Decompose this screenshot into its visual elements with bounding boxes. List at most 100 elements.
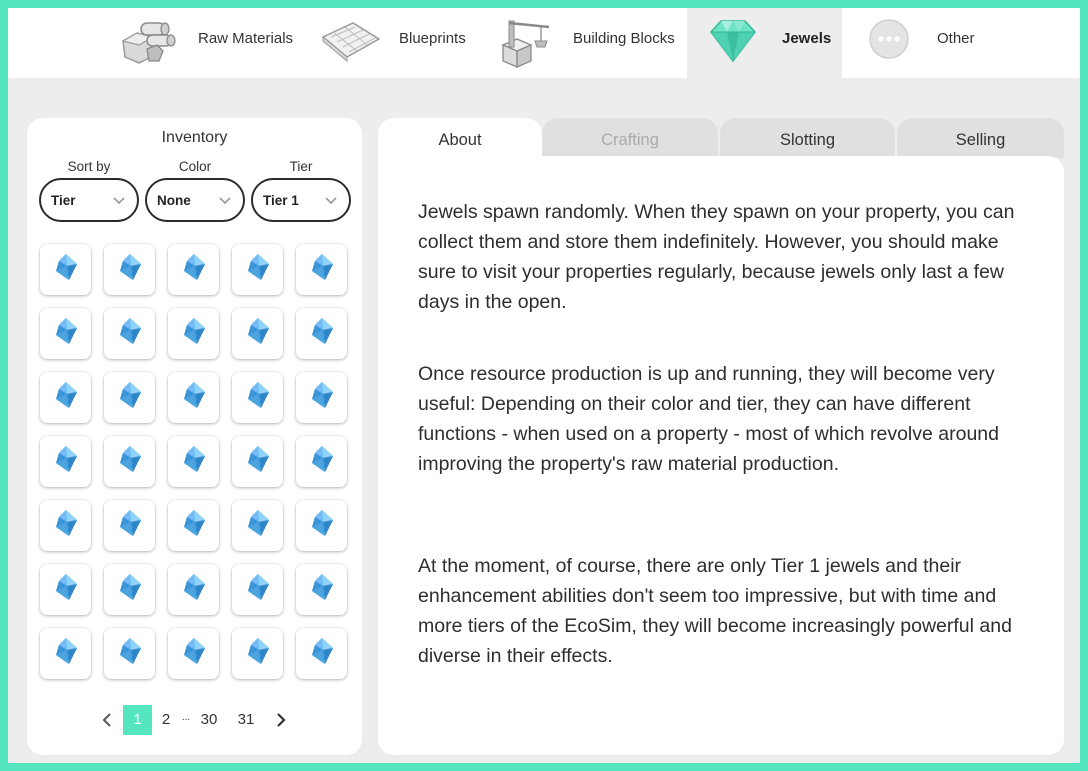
chevron-down-icon: [112, 194, 126, 212]
nav-label-other: Other: [937, 30, 975, 47]
blue-jewel-icon: [53, 508, 79, 543]
inventory-jewel-slot[interactable]: [168, 500, 219, 551]
inventory-jewel-slot[interactable]: [104, 564, 155, 615]
blue-jewel-icon: [245, 316, 271, 351]
chevron-down-icon: [324, 194, 338, 212]
blue-jewel-icon: [245, 380, 271, 415]
inventory-jewel-slot[interactable]: [104, 244, 155, 295]
tab-about[interactable]: About: [378, 118, 542, 158]
blue-jewel-icon: [309, 252, 335, 287]
blue-jewel-icon: [53, 252, 79, 287]
inventory-jewel-slot[interactable]: [40, 372, 91, 423]
inventory-jewel-slot[interactable]: [168, 372, 219, 423]
nav-item-other[interactable]: Other: [858, 8, 998, 78]
prev-page-icon[interactable]: [99, 705, 115, 735]
page-number[interactable]: 1: [123, 705, 152, 735]
inventory-jewel-slot[interactable]: [168, 628, 219, 679]
inventory-jewel-slot[interactable]: [104, 372, 155, 423]
chevron-down-icon: [218, 194, 232, 212]
blue-jewel-icon: [245, 636, 271, 671]
page-number[interactable]: 30: [196, 705, 222, 735]
blue-jewel-icon: [53, 572, 79, 607]
inventory-jewel-slot[interactable]: [40, 628, 91, 679]
blue-jewel-icon: [117, 316, 143, 351]
category-nav: Raw Materials Blueprints Building Blocks…: [8, 8, 1080, 78]
next-page-icon[interactable]: [273, 705, 289, 735]
inventory-jewel-slot[interactable]: [296, 436, 347, 487]
blueprint-icon: [317, 15, 383, 72]
blue-jewel-icon: [309, 572, 335, 607]
inventory-jewel-slot[interactable]: [40, 500, 91, 551]
inventory-jewel-slot[interactable]: [40, 308, 91, 359]
inventory-jewel-slot[interactable]: [296, 244, 347, 295]
blue-jewel-icon: [117, 252, 143, 287]
page-number[interactable]: 2: [158, 705, 174, 735]
inventory-jewel-slot[interactable]: [296, 372, 347, 423]
color-label: Color: [178, 159, 212, 174]
inventory-jewel-slot[interactable]: [168, 244, 219, 295]
blue-jewel-icon: [53, 444, 79, 479]
tier-select[interactable]: Tier 1: [251, 178, 351, 222]
blue-jewel-icon: [181, 444, 207, 479]
inventory-jewel-slot[interactable]: [296, 628, 347, 679]
blue-jewel-icon: [245, 252, 271, 287]
inventory-jewel-slot[interactable]: [232, 372, 283, 423]
inventory-jewel-slot[interactable]: [168, 308, 219, 359]
inventory-jewel-slot[interactable]: [168, 436, 219, 487]
blue-jewel-icon: [181, 380, 207, 415]
color-select[interactable]: None: [145, 178, 245, 222]
inventory-jewel-slot[interactable]: [296, 564, 347, 615]
tab-slotting[interactable]: Slotting: [720, 118, 895, 158]
color-filter: Color None: [145, 159, 245, 222]
app-frame: Raw Materials Blueprints Building Blocks…: [8, 8, 1080, 763]
nav-label-building-blocks: Building Blocks: [573, 30, 675, 47]
sort-by-select[interactable]: Tier: [39, 178, 139, 222]
inventory-jewel-slot[interactable]: [232, 500, 283, 551]
color-value: None: [157, 192, 191, 208]
about-paragraph: Jewels spawn randomly. When they spawn o…: [418, 201, 1015, 313]
nav-item-building-blocks[interactable]: Building Blocks: [493, 8, 683, 78]
inventory-jewel-slot[interactable]: [232, 244, 283, 295]
inventory-jewel-slot[interactable]: [40, 564, 91, 615]
blue-jewel-icon: [309, 316, 335, 351]
blue-jewel-icon: [181, 316, 207, 351]
about-paragraph: Once resource production is up and runni…: [418, 363, 999, 475]
inventory-jewel-slot[interactable]: [296, 308, 347, 359]
blue-jewel-icon: [53, 636, 79, 671]
inventory-jewel-slot[interactable]: [104, 628, 155, 679]
blue-jewel-icon: [181, 572, 207, 607]
inventory-jewel-slot[interactable]: [232, 628, 283, 679]
blue-jewel-icon: [245, 572, 271, 607]
building-blocks-icon: [495, 15, 557, 74]
inventory-jewel-slot[interactable]: [104, 436, 155, 487]
blue-jewel-icon: [117, 444, 143, 479]
nav-label-raw-materials: Raw Materials: [198, 30, 294, 47]
inventory-jewel-slot[interactable]: [232, 564, 283, 615]
blue-jewel-icon: [181, 252, 207, 287]
nav-item-blueprints[interactable]: Blueprints: [313, 8, 473, 78]
tab-selling[interactable]: Selling: [897, 118, 1064, 158]
tab-crafting[interactable]: Crafting: [542, 118, 718, 158]
blue-jewel-icon: [117, 572, 143, 607]
inventory-jewel-slot[interactable]: [40, 244, 91, 295]
inventory-jewel-slot[interactable]: [104, 308, 155, 359]
nav-item-raw-materials[interactable]: Raw Materials: [113, 8, 293, 78]
inventory-jewel-slot[interactable]: [168, 564, 219, 615]
inventory-jewel-slot[interactable]: [296, 500, 347, 551]
nav-label-jewels: Jewels: [782, 30, 832, 47]
nav-item-jewels[interactable]: Jewels: [687, 8, 842, 78]
sort-by-value: Tier: [51, 192, 76, 208]
blue-jewel-icon: [309, 636, 335, 671]
about-paragraph: At the moment, of course, there are only…: [418, 555, 1012, 667]
nav-label-blueprints: Blueprints: [399, 30, 466, 47]
page-number[interactable]: 31: [233, 705, 259, 735]
inventory-jewel-slot[interactable]: [232, 308, 283, 359]
inventory-jewel-slot[interactable]: [40, 436, 91, 487]
inventory-jewel-slot[interactable]: [104, 500, 155, 551]
inventory-title: Inventory: [161, 129, 228, 146]
sort-by-filter: Sort by Tier: [39, 159, 139, 222]
inventory-jewel-slot[interactable]: [232, 436, 283, 487]
jewel-icon: [707, 18, 759, 69]
blue-jewel-icon: [117, 636, 143, 671]
more-icon: [868, 18, 910, 65]
